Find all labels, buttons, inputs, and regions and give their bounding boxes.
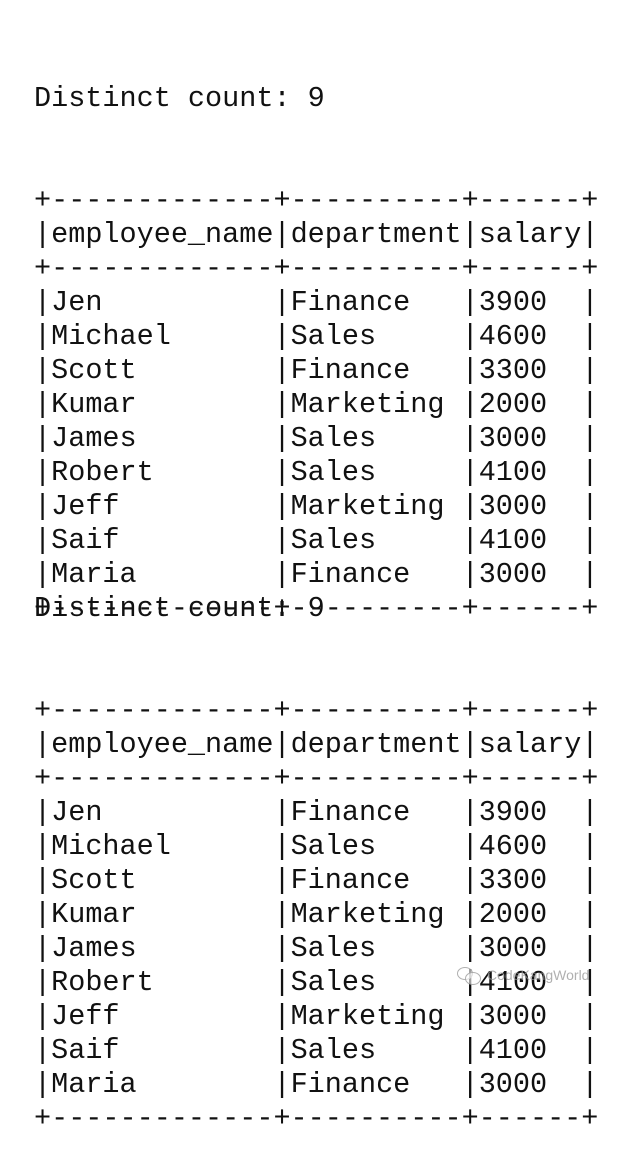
header-row: |employee_name|department|salary| [34, 218, 599, 251]
table-cell: Marketing [290, 1000, 462, 1033]
table-cell: 3900 [478, 796, 582, 829]
column-header: employee_name [51, 218, 274, 251]
table-cell: 3300 [478, 864, 582, 897]
table-cell: Scott [51, 354, 274, 387]
table-cell: Sales [290, 1034, 462, 1067]
table-row: |Maria |Finance |3000 | [34, 1068, 599, 1101]
table-cell: 4600 [478, 320, 582, 353]
table-row: |James |Sales |3000 | [34, 932, 599, 965]
result-table: +-------------+----------+------+ |employ… [34, 694, 598, 1136]
table-cell: Robert [51, 966, 274, 999]
table-cell: 4100 [478, 1034, 582, 1067]
table-row: |Jen |Finance |3900 | [34, 796, 599, 829]
table-cell: Scott [51, 864, 274, 897]
table-cell: 3000 [478, 1068, 582, 1101]
table-cell: Jen [51, 796, 274, 829]
table-cell: Kumar [51, 388, 274, 421]
table-cell: Sales [290, 932, 462, 965]
table-cell: Michael [51, 830, 274, 863]
table-cell: Marketing [290, 898, 462, 931]
table-row: |Jeff |Marketing |3000 | [34, 490, 599, 523]
table-row: |Scott |Finance |3300 | [34, 354, 599, 387]
table-row: |Robert |Sales |4100 | [34, 456, 599, 489]
table-cell: James [51, 932, 274, 965]
console-output-2: Distinct count: 9 +-------------+-------… [34, 524, 598, 1170]
table-border: +-------------+----------+------+ [34, 1102, 599, 1135]
table-cell: Finance [290, 286, 462, 319]
table-cell: James [51, 422, 274, 455]
table-cell: Finance [290, 354, 462, 387]
table-row: |Kumar |Marketing |2000 | [34, 898, 599, 931]
table-cell: Michael [51, 320, 274, 353]
table-row: |Jeff |Marketing |3000 | [34, 1000, 599, 1033]
table-cell: Sales [290, 456, 462, 489]
table-row: |Michael |Sales |4600 | [34, 320, 599, 353]
table-cell: 4100 [478, 456, 582, 489]
table-cell: Jeff [51, 1000, 274, 1033]
column-header: employee_name [51, 728, 274, 761]
table-border: +-------------+----------+------+ [34, 252, 599, 285]
distinct-count-label: Distinct count: 9 [34, 592, 325, 625]
column-header: department [290, 728, 462, 761]
table-row: |Michael |Sales |4600 | [34, 830, 599, 863]
table-cell: 3900 [478, 286, 582, 319]
watermark: CodeKangWorld [457, 966, 590, 985]
table-cell: Saif [51, 1034, 274, 1067]
table-cell: Maria [51, 1068, 274, 1101]
table-cell: 4600 [478, 830, 582, 863]
table-row: |Scott |Finance |3300 | [34, 864, 599, 897]
table-row: |Kumar |Marketing |2000 | [34, 388, 599, 421]
table-cell: Sales [290, 830, 462, 863]
table-cell: 3000 [478, 932, 582, 965]
table-cell: Marketing [290, 388, 462, 421]
table-cell: Kumar [51, 898, 274, 931]
wechat-icon [457, 966, 483, 985]
column-header: department [290, 218, 462, 251]
table-cell: Robert [51, 456, 274, 489]
table-cell: 3000 [478, 1000, 582, 1033]
table-cell: Finance [290, 796, 462, 829]
table-cell: 2000 [478, 898, 582, 931]
table-border: +-------------+----------+------+ [34, 184, 599, 217]
table-cell: Finance [290, 864, 462, 897]
table-cell: Jen [51, 286, 274, 319]
table-row: |Jen |Finance |3900 | [34, 286, 599, 319]
table-cell: 3000 [478, 490, 582, 523]
table-cell: Marketing [290, 490, 462, 523]
table-row: |Saif |Sales |4100 | [34, 1034, 599, 1067]
table-cell: Finance [290, 1068, 462, 1101]
table-row: |James |Sales |3000 | [34, 422, 599, 455]
distinct-count-label: Distinct count: 9 [34, 82, 325, 115]
table-cell: 2000 [478, 388, 582, 421]
watermark-text: CodeKangWorld [487, 967, 590, 983]
table-cell: 3000 [478, 422, 582, 455]
table-cell: Jeff [51, 490, 274, 523]
table-cell: Sales [290, 320, 462, 353]
column-header: salary [478, 728, 582, 761]
column-header: salary [478, 218, 582, 251]
table-border: +-------------+----------+------+ [34, 762, 599, 795]
table-border: +-------------+----------+------+ [34, 694, 599, 727]
table-cell: Sales [290, 966, 462, 999]
table-cell: 3300 [478, 354, 582, 387]
header-row: |employee_name|department|salary| [34, 728, 599, 761]
table-cell: Sales [290, 422, 462, 455]
